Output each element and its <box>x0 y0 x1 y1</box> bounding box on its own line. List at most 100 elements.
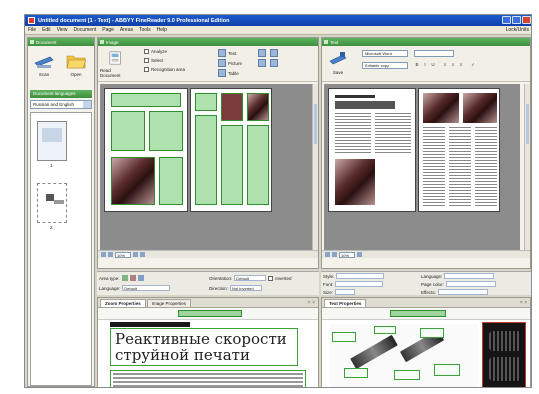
text-area-block[interactable] <box>149 111 183 151</box>
heading-area-block[interactable]: Реактивные скорости струйной печати <box>110 328 298 366</box>
fit-page-icon[interactable] <box>357 252 362 257</box>
text-vertical-scrollbar[interactable] <box>524 84 530 252</box>
close-icon[interactable]: × × <box>308 300 315 306</box>
zoom-in-icon[interactable] <box>332 252 337 257</box>
image-vertical-scrollbar[interactable] <box>312 84 318 252</box>
picture-area-block[interactable] <box>111 157 155 205</box>
table-area-tool[interactable]: Table <box>218 69 239 77</box>
zoom-value[interactable]: 10% <box>115 251 131 258</box>
picture-area-icon[interactable] <box>129 275 136 281</box>
zoom-out-icon[interactable] <box>101 252 106 257</box>
picture-area-block[interactable] <box>221 93 243 121</box>
picture-area[interactable] <box>330 324 478 387</box>
text-area-block[interactable] <box>195 115 217 205</box>
text-area-block[interactable] <box>111 111 145 151</box>
save-button[interactable]: Save <box>324 48 352 78</box>
font-field[interactable] <box>335 281 384 287</box>
align-right-icon[interactable]: ≡ <box>458 62 464 68</box>
menu-edit[interactable]: Edit <box>42 27 51 33</box>
page-thumbnail-list[interactable]: 1 2 <box>30 112 92 386</box>
rotate-icon[interactable] <box>258 59 266 67</box>
align-center-icon[interactable]: ≡ <box>450 62 456 68</box>
maximize-button[interactable] <box>512 16 521 24</box>
page-thumbnail[interactable]: 1 <box>37 121 67 168</box>
annotation-area-block[interactable] <box>420 328 444 338</box>
page-image-view[interactable] <box>100 84 312 252</box>
style-field[interactable] <box>336 273 385 279</box>
text-area-icon[interactable] <box>121 275 128 281</box>
save-format-select[interactable]: Microsoft Word <box>362 50 408 57</box>
body-text-area-block[interactable] <box>110 370 306 387</box>
size-field[interactable] <box>335 289 356 295</box>
align-left-icon[interactable]: ≡ <box>442 62 448 68</box>
analyze-option[interactable]: Analyze <box>144 49 167 54</box>
open-button[interactable]: Open <box>62 50 90 80</box>
style-select[interactable] <box>414 50 454 57</box>
underline-icon[interactable]: U <box>430 62 436 68</box>
table-area-icon[interactable] <box>137 275 144 281</box>
menu-right-label[interactable]: Lock/Units <box>506 27 529 33</box>
scan-button[interactable]: Scan <box>30 50 58 80</box>
read-document-button[interactable]: Read Document <box>100 48 132 78</box>
zoom-in-icon[interactable] <box>258 49 266 57</box>
tab-zoom-properties[interactable]: Zoom Properties <box>100 299 146 307</box>
picture-area-block[interactable] <box>247 93 269 121</box>
style-row: Style: <box>323 273 385 279</box>
menu-help[interactable]: Help <box>157 27 167 33</box>
fit-width-icon[interactable] <box>140 252 145 257</box>
menu-document[interactable]: Document <box>73 27 96 33</box>
menu-page[interactable]: Page <box>102 27 114 33</box>
menu-file[interactable]: File <box>28 27 36 33</box>
text-area-block[interactable] <box>111 93 181 107</box>
menu-view[interactable]: View <box>57 27 68 33</box>
recognized-text-view[interactable] <box>324 84 520 252</box>
page-thumbnail[interactable]: 2 <box>37 183 67 230</box>
text-area-block[interactable] <box>159 157 183 205</box>
zoom-in-icon[interactable] <box>108 252 113 257</box>
text-language-field[interactable] <box>444 273 495 279</box>
direction-select[interactable]: Not inverted <box>230 285 263 291</box>
italic-icon[interactable]: I <box>422 62 428 68</box>
text-area-block[interactable] <box>247 125 269 205</box>
inverted-checkbox[interactable] <box>268 275 274 281</box>
area-language-select[interactable]: Default <box>122 285 171 291</box>
menu-tools[interactable]: Tools <box>139 27 151 33</box>
bold-icon[interactable]: B <box>414 62 420 68</box>
minimize-button[interactable] <box>502 16 511 24</box>
zoom-value[interactable]: 10% <box>339 251 355 258</box>
fit-page-icon[interactable] <box>133 252 138 257</box>
select-option[interactable]: Select <box>144 58 164 63</box>
annotation-area-block[interactable] <box>344 368 368 378</box>
menu-areas[interactable]: Areas <box>120 27 133 33</box>
language-select[interactable]: Russian and English <box>30 100 92 109</box>
text-area-block[interactable] <box>221 125 243 205</box>
spell-check-icon[interactable]: ✓ <box>470 62 476 68</box>
annotation-area-block[interactable] <box>332 332 356 342</box>
zoom-out-icon[interactable] <box>325 252 330 257</box>
dark-picture-area[interactable] <box>482 322 526 387</box>
page-color-field[interactable] <box>445 281 496 287</box>
annotation-area-block[interactable] <box>394 370 420 380</box>
select-label: Select <box>151 58 164 63</box>
finereader-window: Untitled document [1 - Text] - ABBYY Fin… <box>24 14 532 388</box>
annotation-area-block[interactable] <box>434 364 460 376</box>
picture-area-tool[interactable]: Picture <box>218 59 242 67</box>
document-panel-header: Document <box>28 38 94 46</box>
orientation-select[interactable]: Default <box>234 275 267 281</box>
tab-text-properties[interactable]: Text Properties <box>324 299 367 307</box>
text-area-tool[interactable]: Text <box>218 49 236 57</box>
close-button[interactable] <box>522 16 531 24</box>
effects-field[interactable] <box>437 289 488 295</box>
text-area-block[interactable] <box>195 93 217 111</box>
header-area-block[interactable] <box>178 310 242 317</box>
zoom-out-icon[interactable] <box>270 49 278 57</box>
recognition-area-label: Recognition area <box>151 67 186 72</box>
annotation-area-block[interactable] <box>374 326 396 334</box>
tab-image-properties[interactable]: Image Properties <box>146 299 192 307</box>
recognition-area-option[interactable]: Recognition area <box>144 67 185 72</box>
save-mode-select[interactable]: Editable copy <box>362 62 408 69</box>
header-area-block[interactable] <box>390 310 446 317</box>
crop-icon[interactable] <box>270 59 278 67</box>
title-bar: Untitled document [1 - Text] - ABBYY Fin… <box>25 15 531 26</box>
close-icon[interactable]: × × <box>520 300 527 306</box>
